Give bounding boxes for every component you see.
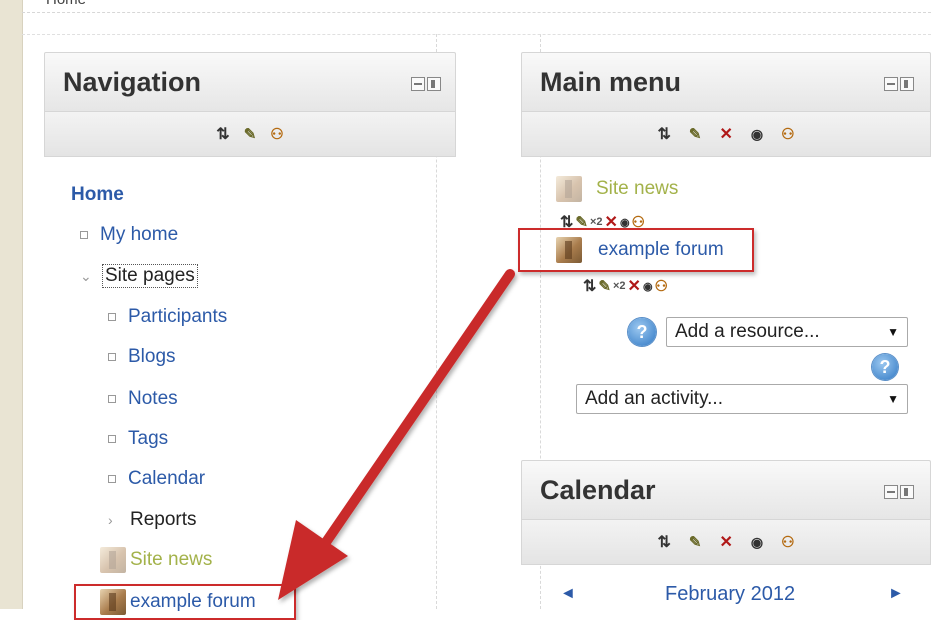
- arrow-icon: [278, 269, 515, 600]
- annotation-arrow: [278, 269, 515, 600]
